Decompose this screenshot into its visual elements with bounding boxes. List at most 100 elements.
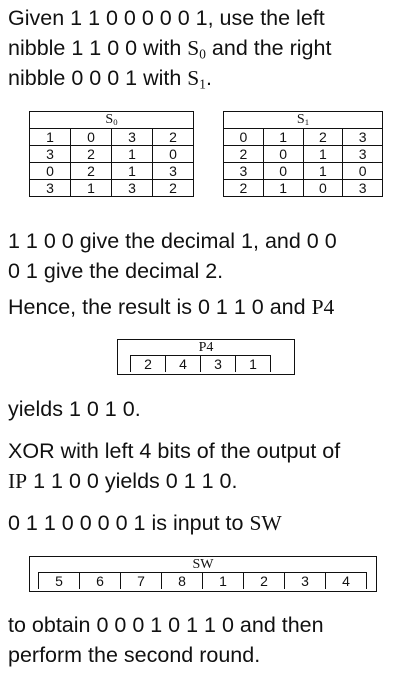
intro-text-2: and the right [205,36,332,60]
sw-padding [366,572,376,589]
table-cell: 3 [342,128,383,146]
table-cell: 3 [29,179,71,197]
s1-table-title: S1 [223,111,383,129]
table-cell: 1 [302,162,344,180]
s1-letter: S [187,66,200,90]
table-cell: 1 [111,162,153,180]
input-text: 0 1 1 0 0 0 0 1 is input to [8,511,250,535]
final-paragraph: to obtain 0 0 0 1 0 1 1 0 and then perfo… [8,610,406,670]
table-row: 3010 [223,162,383,180]
table-cell: 1 [29,128,71,146]
final-line-1: to obtain 0 0 0 1 0 1 1 0 and then [8,613,324,637]
table-row: 3132 [29,179,194,197]
table-cell: 2 [302,128,344,146]
sw-cell: 2 [243,572,284,589]
p4-cell: 4 [165,355,200,372]
table-cell: 3 [342,145,383,163]
table-cell: 3 [342,179,383,197]
sw-cells: 5 6 7 8 1 2 3 4 [30,572,376,589]
p4-box-title: P4 [198,340,214,355]
s1-title-subscript: 1 [304,117,310,128]
sw-cell: 3 [284,572,325,589]
table-cell: 3 [111,179,153,197]
table-cell: 2 [70,162,112,180]
s0-table: S0 1032 3210 0213 3132 [29,111,194,197]
s1-symbol: S1 [187,66,206,90]
intro-line-3: nibble 0 0 0 1 with S1. [8,63,406,93]
final-line-2: perform the second round. [8,643,261,667]
table-cell: 0 [262,162,304,180]
decimal-line-2: 0 1 give the decimal 2. [8,259,224,283]
ip-label: IP [8,469,28,493]
table-row: 2013 [223,145,383,163]
p4-cells: 2 4 3 1 [118,355,294,372]
intro-line-1: Given 1 1 0 0 0 0 0 1, use the left [8,6,325,30]
p4-padding [118,355,130,372]
table-cell: 3 [152,162,194,180]
sw-cell: 6 [79,572,120,589]
sw-cell: 1 [202,572,243,589]
table-cell: 0 [152,145,194,163]
sw-cell: 8 [161,572,202,589]
result-text: Hence, the result is 0 1 1 0 and [8,295,312,319]
s1-subscript: 1 [199,76,206,92]
xor-line-1: XOR with left 4 bits of the output of [8,439,341,463]
result-paragraph: Hence, the result is 0 1 1 0 and P4 [8,292,406,322]
table-cell: 1 [302,145,344,163]
input-paragraph: 0 1 1 0 0 0 0 1 is input to SW [8,508,406,538]
intro-line-2: nibble 1 1 0 0 with S0 and the right [8,33,406,63]
table-row: 0123 [223,128,383,146]
sw-cell: 4 [325,572,366,589]
s0-title-subscript: 0 [113,117,118,128]
table-cell: 2 [152,179,194,197]
p4-cell: 2 [130,355,165,372]
s0-letter: S [187,36,200,60]
decimal-paragraph: 1 1 0 0 give the decimal 1, and 0 0 0 1 … [8,226,406,286]
s1-table: S1 0123 2013 3010 2103 [223,111,383,197]
table-cell: 2 [152,128,194,146]
sw-box: SW 5 6 7 8 1 2 3 4 [29,556,377,592]
p4-cell: 1 [235,355,270,372]
intro-text: nibble 1 1 0 0 with [8,36,188,60]
p4-cell: 3 [200,355,235,372]
table-cell: 3 [111,128,153,146]
s0-table-title: S0 [29,111,194,129]
table-cell: 0 [70,128,112,146]
intro-period: . [205,66,212,90]
intro-paragraph: Given 1 1 0 0 0 0 0 1, use the left nibb… [8,3,406,93]
table-cell: 0 [302,179,344,197]
sw-cell: 7 [120,572,161,589]
table-row: 1032 [29,128,194,146]
table-cell: 1 [262,179,304,197]
decimal-line-1: 1 1 0 0 give the decimal 1, and 0 0 [8,229,337,253]
xor-paragraph: XOR with left 4 bits of the output of IP… [8,436,406,496]
table-row: 3210 [29,145,194,163]
intro-text-3: nibble 0 0 0 1 with [8,66,188,90]
table-cell: 1 [262,128,304,146]
sw-padding [30,572,38,589]
s0-symbol: S0 [187,36,206,60]
table-cell: 2 [223,145,264,163]
sw-cell: 5 [38,572,79,589]
sw-label: SW [249,511,282,535]
table-cell: 3 [223,162,264,180]
p4-box: P4 2 4 3 1 [117,339,295,375]
table-row: 0213 [29,162,194,180]
p4-padding [270,355,294,372]
s0-subscript: 0 [199,46,206,62]
table-row: 2103 [223,179,383,197]
xor-line-2: IP 1 1 0 0 yields 0 1 1 0. [8,466,406,496]
table-cell: 2 [70,145,112,163]
table-cell: 3 [29,145,71,163]
s1-title-letter: S [296,112,305,127]
xor-text: 1 1 0 0 yields 0 1 1 0. [27,469,238,493]
table-cell: 0 [223,128,264,146]
table-cell: 1 [111,145,153,163]
table-cell: 2 [223,179,264,197]
table-cell: 0 [342,162,383,180]
table-cell: 0 [29,162,71,180]
p4-label: P4 [311,295,335,319]
yields-paragraph: yields 1 0 1 0. [8,397,141,421]
table-cell: 0 [262,145,304,163]
table-cell: 1 [70,179,112,197]
